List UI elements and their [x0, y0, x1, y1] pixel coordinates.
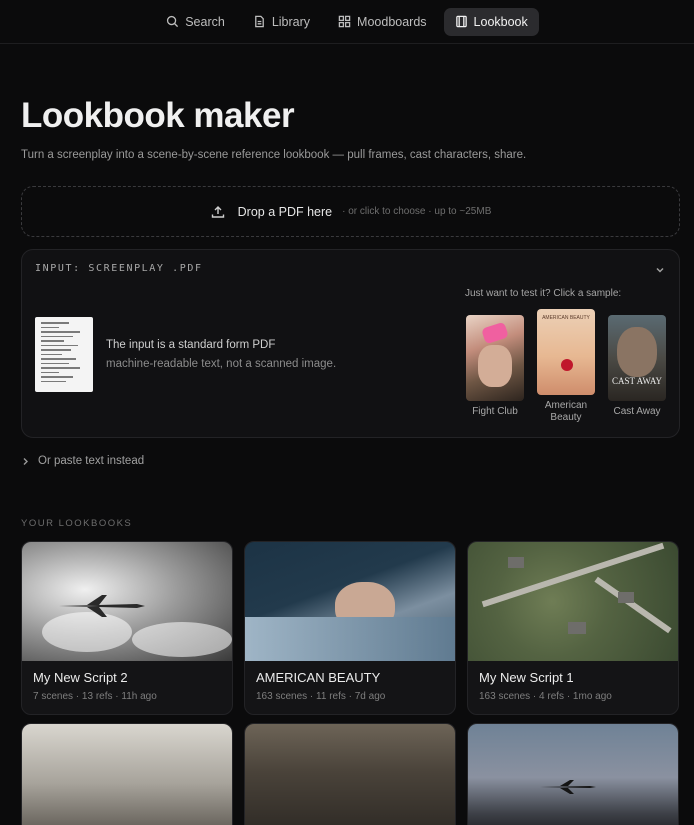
lookbook-name: AMERICAN BEAUTY [256, 670, 381, 685]
lookbook-thumbnail [468, 542, 678, 661]
sample-american-beauty[interactable]: AMERICAN BEAUTY American Beauty [536, 309, 596, 424]
tab-moodboards-label: Moodboards [357, 14, 427, 29]
sample-label: American Beauty [544, 400, 588, 423]
lookbook-card[interactable]: My New Script 1 163 scenes · 4 refs · 1m… [467, 541, 679, 715]
lookbook-meta: 7 scenes · 13 refs · 11h ago [33, 691, 157, 702]
sample-cast-away[interactable]: CAST AWAY Cast Away [607, 315, 667, 418]
sample-poster-fight-club [466, 315, 524, 401]
tab-search-label: Search [185, 14, 225, 29]
lookbook-name: My New Script 2 [33, 670, 128, 685]
top-nav: Search Library Moodboards Lookbook [0, 0, 694, 44]
lookbook-thumbnail [22, 542, 232, 661]
upload-icon [211, 205, 224, 218]
lookbook-meta: 163 scenes · 4 refs · 1mo ago [479, 691, 612, 702]
lookbook-card[interactable] [21, 723, 233, 825]
input-panel-label: INPUT: SCREENPLAY .PDF [35, 263, 203, 274]
lookbook-thumbnail [245, 542, 455, 661]
chevron-right-icon [23, 457, 28, 465]
poster-title: AMERICAN BEAUTY [542, 315, 590, 321]
tab-search[interactable]: Search [155, 8, 236, 36]
input-description-line2: machine-readable text, not a scanned ima… [106, 358, 337, 370]
dropzone-hint: · or click to choose · up to ~25MB [342, 206, 492, 217]
paste-text-label: Or paste text instead [38, 455, 145, 467]
lookbook-card[interactable] [244, 723, 456, 825]
pdf-dropzone[interactable]: Drop a PDF here · or click to choose · u… [21, 186, 680, 237]
poster-title: CAST AWAY [611, 376, 663, 386]
lookbook-thumbnail [245, 724, 455, 825]
sample-prompt: Just want to test it? Click a sample: [465, 288, 622, 299]
tab-library-label: Library [271, 14, 311, 29]
lookbooks-section-label: YOUR LOOKBOOKS [21, 518, 133, 529]
lookbook-card[interactable]: My New Script 2 7 scenes · 13 refs · 11h… [21, 541, 233, 715]
lookbook-name: My New Script 1 [479, 670, 574, 685]
airplane-icon [59, 595, 145, 617]
lookbook-thumbnail [22, 724, 232, 825]
input-panel: INPUT: SCREENPLAY .PDF The input is a st… [21, 249, 680, 438]
film-icon [455, 15, 467, 28]
airplane-icon [540, 780, 596, 794]
pdf-thumbnail [35, 317, 93, 392]
paste-text-toggle[interactable]: Or paste text instead [21, 455, 144, 467]
sample-fight-club[interactable]: Fight Club [465, 315, 525, 418]
poster-face [617, 327, 657, 377]
tab-moodboards[interactable]: Moodboards [327, 8, 438, 36]
lookbook-thumbnail [468, 724, 678, 825]
poster-rose [561, 359, 573, 371]
sample-poster-cast-away: CAST AWAY [608, 315, 666, 401]
grid-icon [338, 15, 351, 28]
lookbook-card[interactable] [467, 723, 679, 825]
sample-label: Cast Away [613, 406, 661, 417]
lookbook-card[interactable]: AMERICAN BEAUTY 163 scenes · 11 refs · 7… [244, 541, 456, 715]
search-icon [167, 15, 179, 28]
tab-lookbook[interactable]: Lookbook [443, 7, 539, 36]
sample-label: Fight Club [472, 406, 518, 417]
sample-poster-american-beauty: AMERICAN BEAUTY [537, 309, 595, 395]
lookbook-meta: 163 scenes · 11 refs · 7d ago [256, 691, 386, 702]
page-subtitle: Turn a screenplay into a scene-by-scene … [21, 149, 527, 161]
poster-pill [481, 321, 509, 345]
chevron-down-icon[interactable] [654, 264, 666, 276]
poster-face [478, 345, 512, 387]
input-description-line1: The input is a standard form PDF [106, 339, 276, 351]
dropzone-label: Drop a PDF here [237, 204, 333, 219]
tab-library[interactable]: Library [242, 8, 321, 36]
tab-lookbook-label: Lookbook [473, 14, 528, 29]
page-title: Lookbook maker [21, 96, 295, 135]
document-icon [254, 15, 264, 28]
